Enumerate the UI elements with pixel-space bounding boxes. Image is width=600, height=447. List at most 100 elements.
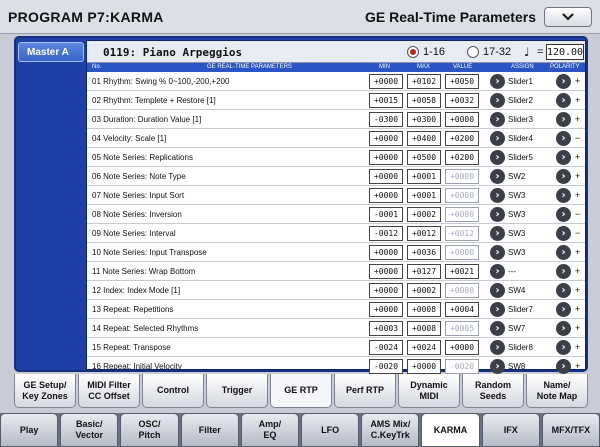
min-field[interactable]: +0000	[369, 302, 403, 317]
polarity-popup-button[interactable]: ›	[556, 112, 571, 127]
value-field[interactable]: +0000	[445, 283, 479, 298]
max-field[interactable]: +0002	[407, 207, 441, 222]
polarity-popup-button[interactable]: ›	[556, 283, 571, 298]
value-field[interactable]: +0021	[445, 264, 479, 279]
min-field[interactable]: +0000	[369, 283, 403, 298]
page-tab[interactable]: Filter	[180, 413, 239, 447]
polarity-popup-button[interactable]: ›	[556, 188, 571, 203]
assign-popup-button[interactable]: ›	[490, 131, 505, 146]
min-field[interactable]: -0001	[369, 207, 403, 222]
assign-popup-button[interactable]: ›	[490, 169, 505, 184]
tempo-field[interactable]: 120.00	[546, 44, 584, 60]
polarity-popup-button[interactable]: ›	[556, 150, 571, 165]
assign-popup-button[interactable]: ›	[490, 283, 505, 298]
max-field[interactable]: +0300	[407, 112, 441, 127]
sub-tab[interactable]: GE RTP	[270, 374, 332, 408]
page-tab[interactable]: KARMA	[421, 413, 480, 447]
max-field[interactable]: +0001	[407, 169, 441, 184]
value-field[interactable]: +0000	[445, 245, 479, 260]
min-field[interactable]: -0020	[369, 359, 403, 374]
max-field[interactable]: +0036	[407, 245, 441, 260]
max-field[interactable]: +0000	[407, 359, 441, 374]
sub-tab[interactable]: MIDI Filter CC Offset	[78, 374, 140, 408]
polarity-popup-button[interactable]: ›	[556, 359, 571, 374]
max-field[interactable]: +0001	[407, 188, 441, 203]
value-field[interactable]: +0000	[445, 112, 479, 127]
max-field[interactable]: +0024	[407, 340, 441, 355]
radio-17-32[interactable]	[467, 46, 479, 58]
assign-popup-button[interactable]: ›	[490, 112, 505, 127]
polarity-popup-button[interactable]: ›	[556, 245, 571, 260]
assign-popup-button[interactable]: ›	[490, 74, 505, 89]
page-menu-button[interactable]	[544, 7, 592, 27]
min-field[interactable]: +0000	[369, 131, 403, 146]
min-field[interactable]: +0000	[369, 188, 403, 203]
sub-tab[interactable]: Perf RTP	[334, 374, 396, 408]
polarity-popup-button[interactable]: ›	[556, 74, 571, 89]
value-field[interactable]: +0032	[445, 93, 479, 108]
assign-popup-button[interactable]: ›	[490, 207, 505, 222]
value-field[interactable]: +0000	[445, 340, 479, 355]
polarity-popup-button[interactable]: ›	[556, 340, 571, 355]
polarity-popup-button[interactable]: ›	[556, 93, 571, 108]
assign-popup-button[interactable]: ›	[490, 340, 505, 355]
polarity-popup-button[interactable]: ›	[556, 169, 571, 184]
value-field[interactable]: +0050	[445, 74, 479, 89]
assign-popup-button[interactable]: ›	[490, 264, 505, 279]
max-field[interactable]: +0102	[407, 74, 441, 89]
polarity-popup-button[interactable]: ›	[556, 207, 571, 222]
assign-popup-button[interactable]: ›	[490, 321, 505, 336]
page-tab[interactable]: AMS Mix/ C.KeyTrk	[361, 413, 420, 447]
assign-popup-button[interactable]: ›	[490, 150, 505, 165]
page-tab[interactable]: Play	[0, 413, 59, 447]
min-field[interactable]: +0015	[369, 93, 403, 108]
min-field[interactable]: +0000	[369, 245, 403, 260]
assign-popup-button[interactable]: ›	[490, 359, 505, 374]
assign-popup-button[interactable]: ›	[490, 245, 505, 260]
sub-tab[interactable]: Control	[142, 374, 204, 408]
page-tab[interactable]: Basic/ Vector	[60, 413, 119, 447]
min-field[interactable]: +0000	[369, 150, 403, 165]
sub-tab[interactable]: Dynamic MIDI	[398, 374, 460, 408]
value-field[interactable]: +0005	[445, 321, 479, 336]
value-field[interactable]: +0200	[445, 131, 479, 146]
value-field[interactable]: +0000	[445, 188, 479, 203]
program-name[interactable]: 0119: Piano Arpeggios	[103, 46, 242, 59]
polarity-popup-button[interactable]: ›	[556, 264, 571, 279]
sub-tab[interactable]: Trigger	[206, 374, 268, 408]
min-field[interactable]: +0000	[369, 74, 403, 89]
polarity-popup-button[interactable]: ›	[556, 131, 571, 146]
min-field[interactable]: +0003	[369, 321, 403, 336]
page-tab[interactable]: IFX	[481, 413, 540, 447]
polarity-popup-button[interactable]: ›	[556, 302, 571, 317]
sub-tab[interactable]: GE Setup/ Key Zones	[14, 374, 76, 408]
page-tab[interactable]: MFX/TFX	[541, 413, 600, 447]
sub-tab[interactable]: Name/ Note Map	[526, 374, 588, 408]
max-field[interactable]: +0500	[407, 150, 441, 165]
value-field[interactable]: +0000	[445, 207, 479, 222]
radio-1-16[interactable]	[407, 46, 419, 58]
polarity-popup-button[interactable]: ›	[556, 226, 571, 241]
value-field[interactable]: +0200	[445, 150, 479, 165]
polarity-popup-button[interactable]: ›	[556, 321, 571, 336]
value-field[interactable]: +0004	[445, 302, 479, 317]
max-field[interactable]: +0002	[407, 283, 441, 298]
page-tab[interactable]: Amp/ EQ	[240, 413, 300, 447]
value-field[interactable]: +0000	[445, 169, 479, 184]
min-field[interactable]: +0000	[369, 169, 403, 184]
value-field[interactable]: +0012	[445, 226, 479, 241]
max-field[interactable]: +0012	[407, 226, 441, 241]
max-field[interactable]: +0127	[407, 264, 441, 279]
min-field[interactable]: -0012	[369, 226, 403, 241]
tab-master-a[interactable]: Master A	[18, 42, 84, 62]
page-tab[interactable]: LFO	[301, 413, 360, 447]
sub-tab[interactable]: Random Seeds	[462, 374, 524, 408]
max-field[interactable]: +0400	[407, 131, 441, 146]
min-field[interactable]: -0300	[369, 112, 403, 127]
min-field[interactable]: -0024	[369, 340, 403, 355]
max-field[interactable]: +0008	[407, 321, 441, 336]
min-field[interactable]: +0000	[369, 264, 403, 279]
max-field[interactable]: +0058	[407, 93, 441, 108]
assign-popup-button[interactable]: ›	[490, 226, 505, 241]
assign-popup-button[interactable]: ›	[490, 93, 505, 108]
